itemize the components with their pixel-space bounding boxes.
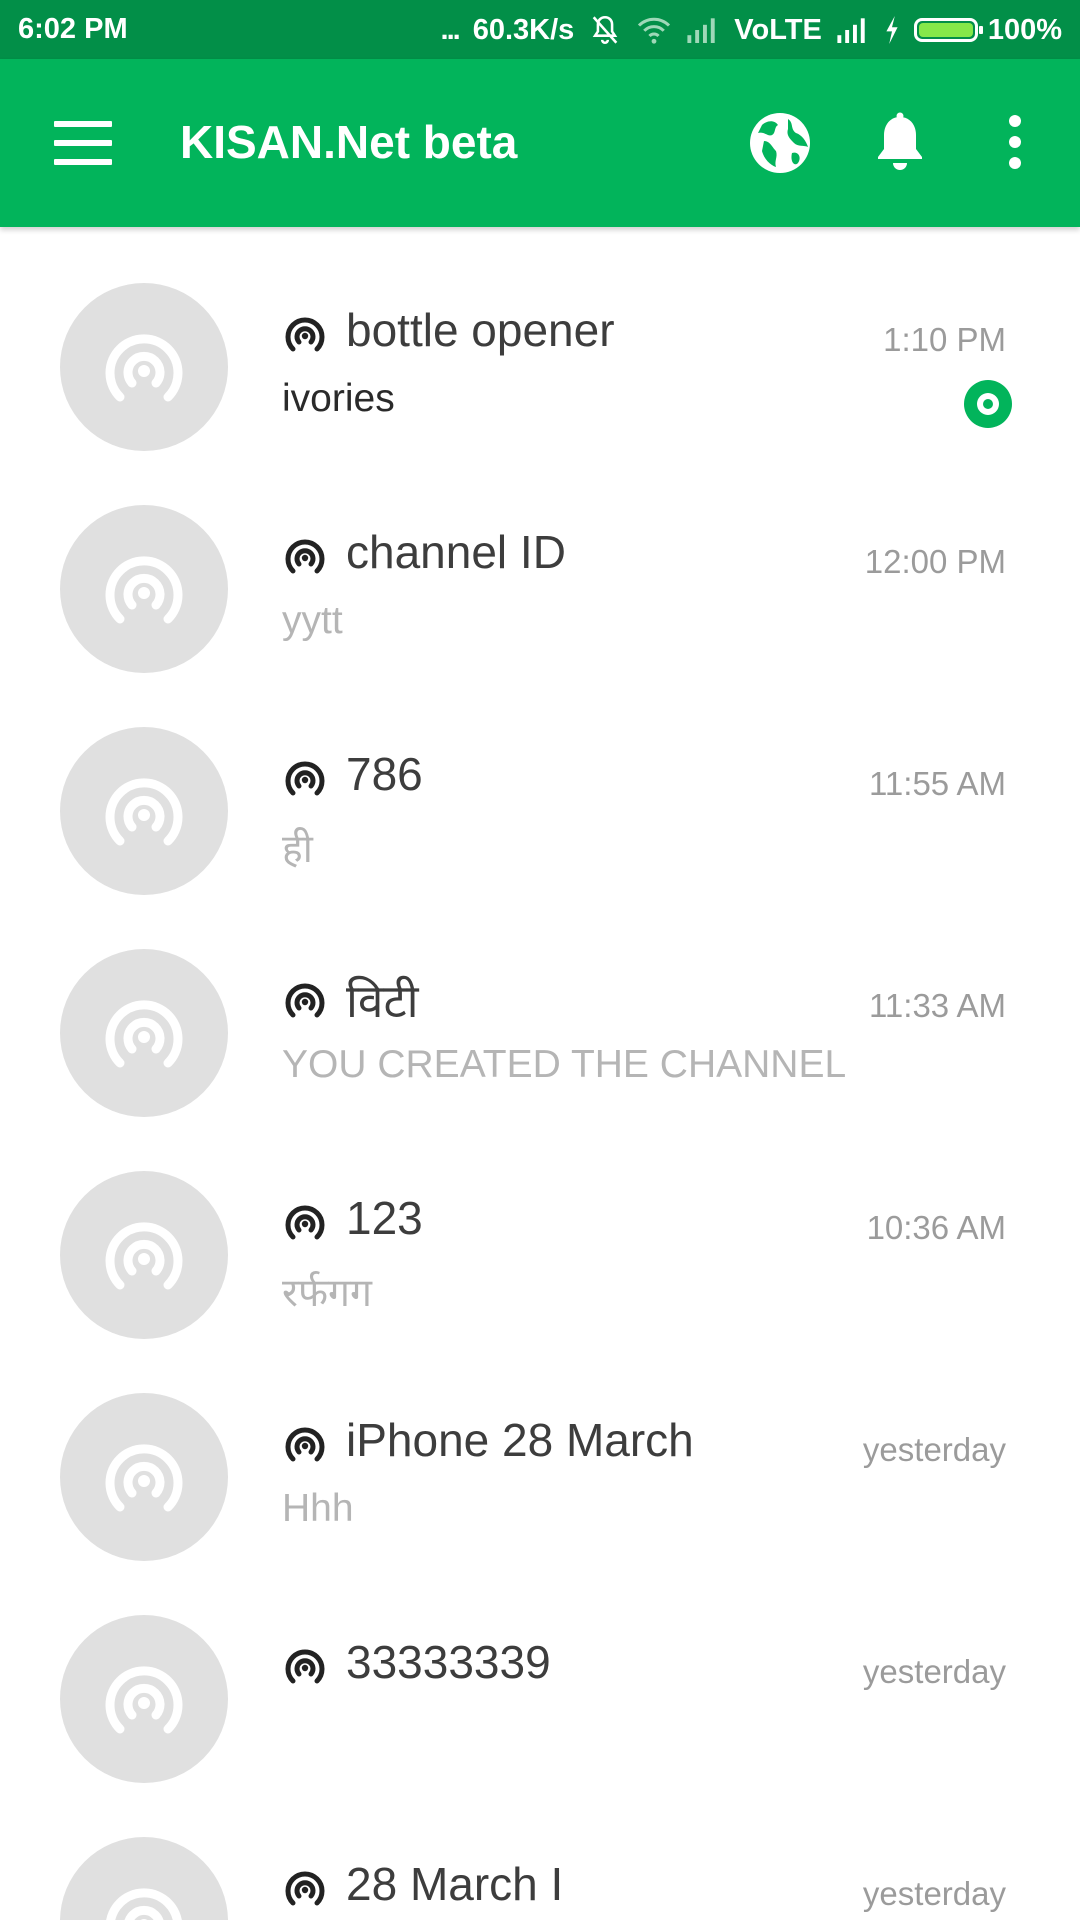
status-bar: 6:02 PM ... 60.3K/s VoLTE 100%: [0, 0, 1080, 59]
unread-indicator-icon: [964, 380, 1012, 428]
channel-name: bottle opener: [346, 304, 615, 356]
channel-avatar: [60, 1393, 228, 1561]
channel-item[interactable]: iPhone 28 March yesterday Hhh: [0, 1337, 1080, 1561]
channel-time: 10:36 AM: [866, 1209, 1006, 1246]
channel-item[interactable]: 33333339 yesterday: [0, 1559, 1080, 1783]
channel-name: iPhone 28 March: [346, 1414, 694, 1466]
channel-item[interactable]: 123 10:36 AM रर्फगग: [0, 1115, 1080, 1339]
channel-item[interactable]: विटी 11:33 AM YOU CREATED THE CHANNEL: [0, 893, 1080, 1117]
app-bar: KISAN.Net beta: [0, 59, 1080, 227]
channel-time: 11:55 AM: [869, 765, 1006, 802]
channel-avatar: [60, 1837, 228, 1920]
channel-last-message: रर्फगग: [282, 1272, 372, 1315]
mute-bell-icon: [588, 13, 622, 47]
channel-time: yesterday: [862, 1431, 1006, 1468]
channel-name: channel ID: [346, 526, 566, 578]
broadcast-icon: [284, 757, 326, 799]
status-indicators: ... 60.3K/s VoLTE 100%: [441, 8, 1062, 52]
battery-percent: 100%: [987, 13, 1062, 46]
menu-icon[interactable]: [54, 121, 112, 165]
channel-avatar: [60, 1171, 228, 1339]
channel-avatar: [60, 949, 228, 1117]
channel-avatar: [60, 505, 228, 673]
channel-item[interactable]: 28 March I yesterday: [0, 1781, 1080, 1920]
bell-icon[interactable]: [868, 111, 932, 175]
broadcast-icon: [284, 1201, 326, 1243]
channel-last-message: YOU CREATED THE CHANNEL: [282, 1043, 847, 1086]
channel-last-message: yytt: [282, 599, 343, 642]
globe-icon[interactable]: [748, 111, 812, 175]
network-speed: 60.3K/s: [472, 13, 575, 46]
app-screen: 6:02 PM ... 60.3K/s VoLTE 100% KISAN.Net…: [0, 0, 1080, 1920]
status-dots: ...: [440, 13, 461, 46]
channel-last-message: Hhh: [282, 1487, 354, 1530]
broadcast-icon: [284, 979, 326, 1021]
broadcast-icon: [284, 1867, 326, 1909]
channel-time: 11:33 AM: [869, 987, 1006, 1024]
channel-name: 786: [346, 748, 423, 800]
channel-name: 123: [346, 1192, 423, 1244]
channel-item[interactable]: 786 11:55 AM ही: [0, 671, 1080, 895]
charging-bolt-icon: [884, 16, 900, 44]
channel-time: 12:00 PM: [864, 543, 1006, 580]
signal-strong-icon: [836, 17, 870, 43]
more-options-icon[interactable]: [990, 111, 1040, 175]
app-title: KISAN.Net beta: [180, 116, 518, 168]
channel-name: 28 March I: [346, 1858, 564, 1910]
battery-fill: [918, 23, 973, 37]
broadcast-icon: [284, 535, 326, 577]
channel-last-message: ही: [282, 828, 313, 871]
channel-time: yesterday: [862, 1875, 1006, 1912]
channel-name: 33333339: [346, 1636, 551, 1688]
channel-list: bottle opener 1:10 PM ivories channel ID…: [0, 227, 1080, 1920]
network-type: VoLTE: [734, 13, 822, 46]
battery-icon: [913, 18, 983, 42]
broadcast-icon: [284, 313, 326, 355]
channel-last-message: ivories: [282, 377, 395, 420]
channel-time: 1:10 PM: [883, 321, 1006, 358]
broadcast-icon: [284, 1645, 326, 1687]
broadcast-icon: [284, 1423, 326, 1465]
channel-avatar: [60, 283, 228, 451]
battery-indicator: 100%: [913, 13, 1062, 47]
wifi-icon: [636, 15, 672, 45]
channel-item[interactable]: bottle opener 1:10 PM ivories: [0, 227, 1080, 451]
channel-avatar: [60, 1615, 228, 1783]
status-time: 6:02 PM: [18, 13, 128, 45]
channel-avatar: [60, 727, 228, 895]
channel-time: yesterday: [862, 1653, 1006, 1690]
signal-icon: [686, 17, 720, 43]
channel-item[interactable]: channel ID 12:00 PM yytt: [0, 449, 1080, 673]
channel-name: विटी: [346, 975, 419, 1027]
